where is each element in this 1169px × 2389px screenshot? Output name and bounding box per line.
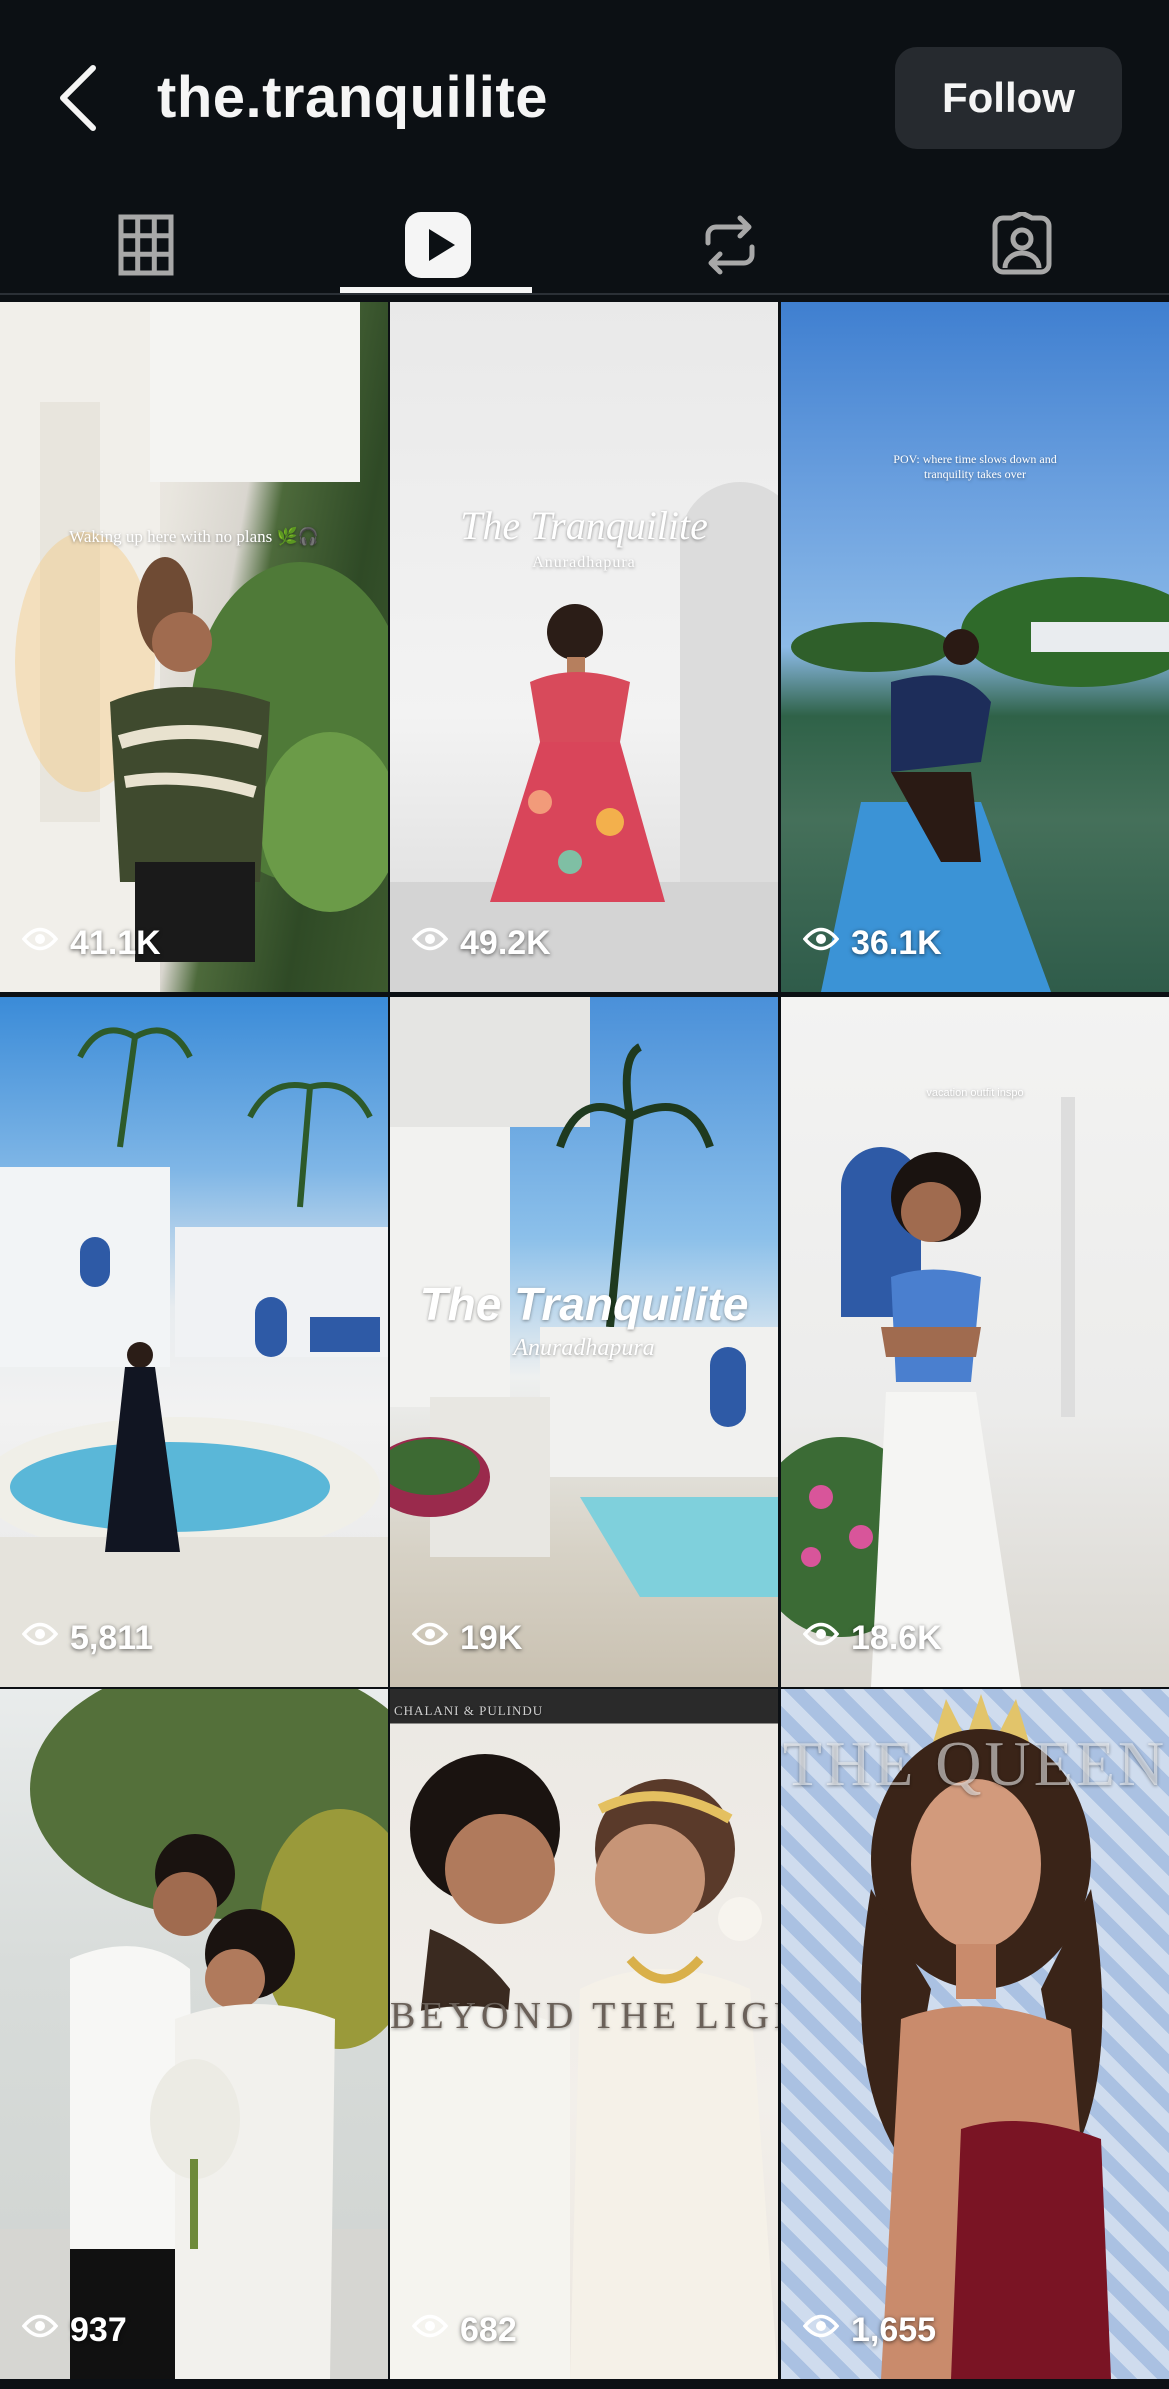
play-eye-icon bbox=[21, 2311, 70, 2350]
view-count: 19K bbox=[411, 1615, 523, 1661]
view-count: 937 bbox=[21, 2307, 127, 2353]
reel-overlay-text: BEYOND THE LIGHT bbox=[390, 1995, 778, 2037]
reel-subtitle: Anuradhapura bbox=[513, 1335, 655, 1361]
play-eye-icon bbox=[21, 924, 70, 963]
reel-bg-text: THE QUEEN bbox=[782, 1728, 1168, 1799]
back-arrow-icon[interactable] bbox=[55, 62, 105, 134]
tab-tagged[interactable] bbox=[876, 195, 1168, 295]
repost-icon bbox=[700, 213, 760, 277]
reel-tile[interactable]: 937 bbox=[0, 1689, 388, 2379]
reel-caption: vacation outfit inspo bbox=[926, 1087, 1024, 1099]
view-count: 49.2K bbox=[411, 920, 551, 966]
reel-thumbnail bbox=[781, 302, 1169, 992]
play-eye-icon bbox=[411, 1619, 460, 1658]
view-count-text: 5,811 bbox=[70, 1618, 154, 1657]
reel-top-text: CHALANI & PULINDU bbox=[394, 1703, 544, 1718]
play-eye-icon bbox=[802, 2311, 851, 2350]
profile-tabs bbox=[0, 195, 1169, 295]
tab-reels[interactable] bbox=[292, 195, 584, 295]
view-count-text: 937 bbox=[70, 2310, 127, 2349]
reel-tile[interactable]: vacation outfit inspo 18.6K bbox=[781, 997, 1169, 1687]
reel-tile[interactable]: Waking up here with no plans 🌿🎧 41.1K bbox=[0, 302, 388, 992]
reel-subtitle: Anuradhapura bbox=[532, 554, 636, 571]
play-eye-icon bbox=[21, 1619, 70, 1658]
tab-reposts[interactable] bbox=[584, 195, 876, 295]
view-count: 36.1K bbox=[802, 920, 942, 966]
tab-posts[interactable] bbox=[0, 195, 292, 295]
reel-caption: POV: where time slows down and tranquili… bbox=[893, 452, 1057, 481]
view-count-text: 49.2K bbox=[460, 923, 551, 962]
reel-tile[interactable]: The Tranquilite Anuradhapura 19K bbox=[390, 997, 778, 1687]
profile-username: the.tranquilite bbox=[157, 65, 548, 130]
grid-icon bbox=[118, 214, 174, 276]
play-eye-icon bbox=[802, 924, 851, 963]
reels-icon bbox=[405, 212, 471, 278]
view-count-text: 19K bbox=[460, 1618, 523, 1657]
tagged-person-icon bbox=[989, 212, 1055, 278]
reel-tile[interactable]: CHALANI & PULINDU BEYOND THE LIGHT 682 bbox=[390, 1689, 778, 2379]
tab-divider bbox=[0, 293, 1169, 295]
play-eye-icon bbox=[802, 1619, 851, 1658]
view-count-text: 41.1K bbox=[70, 923, 161, 962]
view-count: 5,811 bbox=[21, 1615, 154, 1661]
view-count-text: 36.1K bbox=[851, 923, 942, 962]
play-eye-icon bbox=[411, 2311, 460, 2350]
view-count-text: 18.6K bbox=[851, 1618, 942, 1657]
reel-thumbnail bbox=[0, 1689, 388, 2379]
reel-title: The Tranquilite bbox=[419, 1278, 749, 1330]
reel-thumbnail bbox=[390, 302, 778, 992]
reel-caption: Waking up here with no plans 🌿🎧 bbox=[69, 527, 319, 546]
view-count: 682 bbox=[411, 2307, 517, 2353]
reel-tile[interactable]: 5,811 bbox=[0, 997, 388, 1687]
view-count: 1,655 bbox=[802, 2307, 937, 2353]
view-count-text: 1,655 bbox=[851, 2310, 937, 2349]
reel-thumbnail bbox=[781, 997, 1169, 1687]
reels-grid: Waking up here with no plans 🌿🎧 41.1K Th bbox=[0, 302, 1169, 2389]
follow-button[interactable]: Follow bbox=[895, 47, 1122, 149]
reel-tile[interactable]: POV: where time slows down and tranquili… bbox=[781, 302, 1169, 992]
profile-header: the.tranquilite Follow bbox=[0, 0, 1169, 195]
reel-tile[interactable]: The Tranquilite Anuradhapura 49.2K bbox=[390, 302, 778, 992]
view-count-text: 682 bbox=[460, 2310, 517, 2349]
reel-thumbnail bbox=[0, 302, 388, 992]
view-count: 18.6K bbox=[802, 1615, 942, 1661]
reel-thumbnail bbox=[0, 997, 388, 1687]
view-count: 41.1K bbox=[21, 920, 161, 966]
reel-tile[interactable]: THE QUEEN 1,655 bbox=[781, 1689, 1169, 2379]
reel-title: The Tranquilite bbox=[460, 503, 708, 548]
play-eye-icon bbox=[411, 924, 460, 963]
